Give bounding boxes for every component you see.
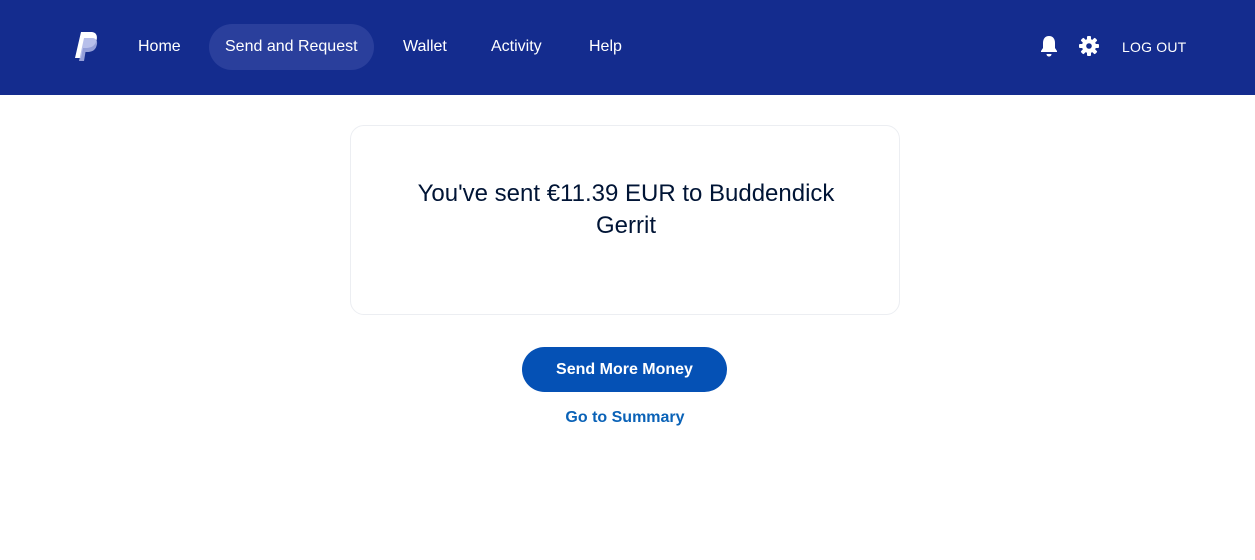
send-more-money-button[interactable]: Send More Money: [522, 347, 727, 392]
paypal-logo-icon[interactable]: [73, 31, 99, 63]
nav-activity[interactable]: Activity: [475, 24, 558, 70]
nav-home[interactable]: Home: [122, 24, 197, 70]
confirmation-message: You've sent €11.39 EUR to Buddendick Ger…: [417, 180, 835, 239]
confirmation-card: You've sent €11.39 EUR to Buddendick Ger…: [350, 125, 900, 315]
gear-icon[interactable]: [1078, 34, 1100, 58]
top-navigation-bar: Home Send and Request Wallet Activity He…: [0, 0, 1255, 95]
nav-help[interactable]: Help: [573, 24, 638, 70]
logout-button[interactable]: LOG OUT: [1114, 36, 1194, 58]
bell-icon[interactable]: [1038, 34, 1060, 58]
go-to-summary-link[interactable]: Go to Summary: [525, 407, 725, 429]
nav-wallet[interactable]: Wallet: [387, 24, 463, 70]
nav-send-and-request[interactable]: Send and Request: [209, 24, 374, 70]
